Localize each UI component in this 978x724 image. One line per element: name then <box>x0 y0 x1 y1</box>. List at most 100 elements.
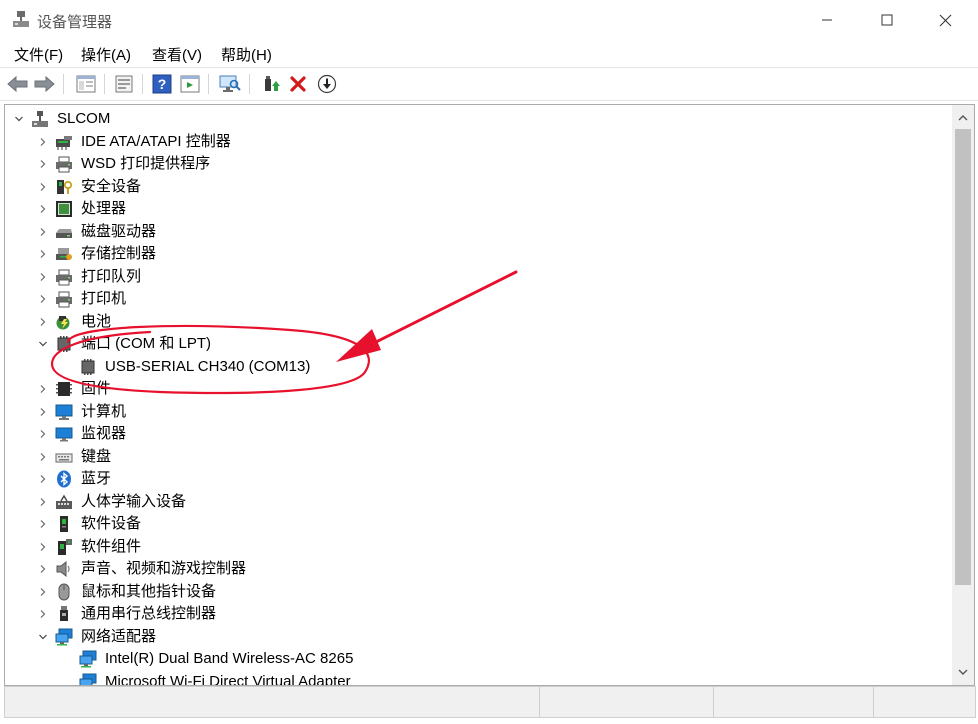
network-adapter-icon <box>55 628 73 646</box>
expand-toggle[interactable] <box>37 153 49 175</box>
bluetooth-icon <box>55 470 73 488</box>
chevron-right-icon <box>40 137 46 146</box>
tree-device[interactable]: Intel(R) Dual Band Wireless-AC 8265 <box>5 648 945 670</box>
expand-toggle[interactable] <box>37 221 49 243</box>
close-icon <box>939 14 951 26</box>
expand-toggle[interactable] <box>37 131 49 153</box>
expand-toggle[interactable] <box>37 626 49 648</box>
expand-toggle[interactable] <box>37 266 49 288</box>
tree-category[interactable]: 打印队列 <box>5 266 945 288</box>
ide-controller-icon <box>55 133 73 151</box>
expand-toggle[interactable] <box>37 446 49 468</box>
menu-action[interactable]: 操作(A) <box>81 44 131 65</box>
back-button[interactable] <box>6 72 30 96</box>
tree-category[interactable]: 网络适配器 <box>5 626 945 648</box>
chevron-right-icon <box>40 295 46 303</box>
expand-toggle[interactable] <box>37 378 49 400</box>
chevron-right-icon <box>40 565 46 573</box>
properties-icon <box>115 75 133 93</box>
chevron-right-icon <box>40 430 46 438</box>
chevron-right-icon <box>40 587 46 596</box>
tree-item-label: 打印队列 <box>81 267 142 285</box>
tree-category[interactable]: 处理器 <box>5 198 945 220</box>
tree-item-label: 软件组件 <box>81 537 142 555</box>
tree-item-label: 键盘 <box>81 447 112 465</box>
tree-category[interactable]: 鼠标和其他指针设备 <box>5 581 945 603</box>
tree-category[interactable]: 声音、视频和游戏控制器 <box>5 558 945 580</box>
tree-category[interactable]: 端口 (COM 和 LPT) <box>5 333 945 355</box>
tree-category[interactable]: IDE ATA/ATAPI 控制器 <box>5 131 945 153</box>
tree-category[interactable]: 蓝牙 <box>5 468 945 490</box>
vertical-scrollbar[interactable] <box>952 104 975 686</box>
tree-category[interactable]: 计算机 <box>5 401 945 423</box>
expand-toggle[interactable] <box>37 288 49 310</box>
scroll-down-button[interactable] <box>952 663 974 681</box>
action-pane-button[interactable] <box>178 72 202 96</box>
expand-toggle[interactable] <box>37 581 49 603</box>
tree-category[interactable]: 磁盘驱动器 <box>5 221 945 243</box>
tree-category[interactable]: 电池 <box>5 311 945 333</box>
expand-toggle[interactable] <box>37 491 49 513</box>
scan-hardware-button[interactable] <box>218 72 242 96</box>
expand-toggle[interactable] <box>37 401 49 423</box>
expand-toggle[interactable] <box>37 198 49 220</box>
minimize-button[interactable] <box>804 4 850 36</box>
tree-category[interactable]: 软件组件 <box>5 536 945 558</box>
expand-toggle[interactable] <box>37 536 49 558</box>
update-driver-icon <box>265 76 280 91</box>
tree-category[interactable]: WSD 打印提供程序 <box>5 153 945 175</box>
expand-toggle[interactable] <box>37 243 49 265</box>
expand-toggle[interactable] <box>37 423 49 445</box>
tree-root-slcom[interactable]: SLCOM <box>5 108 945 130</box>
tree-category[interactable]: 软件设备 <box>5 513 945 535</box>
port-icon <box>79 358 97 376</box>
tree-device[interactable]: USB-SERIAL CH340 (COM13) <box>5 356 945 378</box>
expand-toggle[interactable] <box>37 513 49 535</box>
scroll-up-button[interactable] <box>952 109 974 127</box>
tree-item-label: 计算机 <box>81 402 127 420</box>
device-tree[interactable]: SLCOM IDE ATA/ATAPI 控制器 WSD 打印提供程序 安全设备 处理器磁… <box>4 104 953 686</box>
chevron-right-icon <box>40 610 46 618</box>
expand-toggle[interactable] <box>37 468 49 490</box>
tree-category[interactable]: 人体学输入设备 <box>5 491 945 513</box>
menu-file[interactable]: 文件(F) <box>14 44 63 65</box>
tree-item-label: Intel(R) Dual Band Wireless-AC 8265 <box>105 650 354 667</box>
tree-category[interactable]: 通用串行总线控制器 <box>5 603 945 625</box>
monitor-icon <box>55 425 73 443</box>
maximize-button[interactable] <box>864 4 910 36</box>
update-driver-button[interactable] <box>258 72 282 96</box>
properties-button[interactable] <box>112 72 136 96</box>
show-hide-console-tree-button[interactable] <box>74 72 98 96</box>
help-button[interactable]: ? <box>150 72 174 96</box>
tree-category[interactable]: 存储控制器 <box>5 243 945 265</box>
status-divider <box>713 687 714 717</box>
tree-category[interactable]: 安全设备 <box>5 176 945 198</box>
expand-toggle[interactable] <box>37 603 49 625</box>
tree-device[interactable]: Microsoft Wi-Fi Direct Virtual Adapter <box>5 671 945 685</box>
chevron-right-icon <box>40 542 46 551</box>
status-divider <box>539 687 540 717</box>
menu-view[interactable]: 查看(V) <box>152 44 202 65</box>
expand-toggle[interactable] <box>37 333 49 355</box>
uninstall-device-button[interactable] <box>286 72 310 96</box>
disable-device-button[interactable] <box>315 72 339 96</box>
scrollbar-thumb[interactable] <box>955 129 971 585</box>
tree-item-label: 存储控制器 <box>81 245 157 262</box>
tree-category[interactable]: 打印机 <box>5 288 945 310</box>
close-button[interactable] <box>922 4 968 36</box>
expand-toggle[interactable] <box>13 108 25 130</box>
expand-toggle[interactable] <box>37 176 49 198</box>
tree-category[interactable]: 固件 <box>5 378 945 400</box>
tree-item-label: 端口 (COM 和 LPT) <box>81 335 211 352</box>
tree-category[interactable]: 监视器 <box>5 423 945 445</box>
expand-toggle[interactable] <box>37 311 49 333</box>
forward-button[interactable] <box>32 72 56 96</box>
chevron-right-icon <box>40 497 46 506</box>
toolbar-separator <box>104 74 105 94</box>
expand-toggle[interactable] <box>37 558 49 580</box>
menu-help[interactable]: 帮助(H) <box>221 44 272 65</box>
tree-item-label: 人体学输入设备 <box>81 492 187 510</box>
tree-item-label: IDE ATA/ATAPI 控制器 <box>81 132 231 150</box>
tree-category[interactable]: 键盘 <box>5 446 945 468</box>
status-divider <box>873 687 874 717</box>
